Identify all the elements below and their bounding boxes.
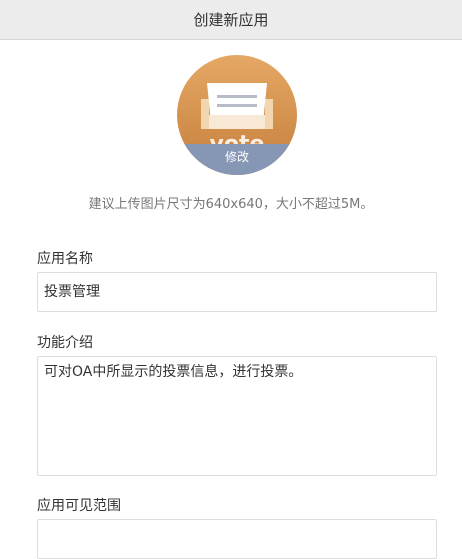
page-title: 创建新应用	[193, 11, 269, 29]
app-avatar[interactable]: vote 修改	[177, 55, 297, 175]
app-intro-textarea[interactable]: 可对OA中所显示的投票信息，进行投票。	[37, 356, 437, 476]
upload-hint: 建议上传图片尺寸为640x640，大小不超过5M。	[88, 197, 374, 212]
visibility-scope-label: 应用可见范围	[37, 498, 121, 514]
app-name-input[interactable]: 投票管理	[37, 272, 437, 312]
modify-avatar-button[interactable]: 修改	[177, 144, 297, 175]
visibility-scope-field[interactable]	[37, 519, 437, 559]
app-name-label: 应用名称	[37, 251, 93, 267]
page-header: 创建新应用	[0, 0, 462, 40]
app-intro-label: 功能介绍	[37, 335, 93, 351]
